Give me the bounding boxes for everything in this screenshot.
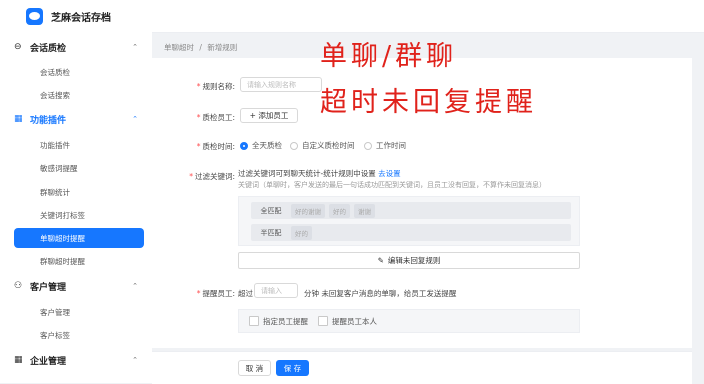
- breadcrumb-current: 新增规则: [207, 43, 238, 52]
- chevron-up-icon: ⌃: [132, 43, 138, 51]
- rule-name-label: * 规则名称:: [196, 82, 235, 91]
- keywords-note: 关键词（单聊时，客户发送的最后一句话成功匹配到关键词，且员工没有回复，不算作未回…: [238, 181, 546, 189]
- sidebar-item-group-stats[interactable]: 群聊统计: [40, 187, 70, 198]
- quality-icon: ⊖: [14, 42, 22, 52]
- sidebar-item-quality[interactable]: 会话质检: [40, 67, 70, 78]
- edit-icon: ✎: [377, 256, 384, 265]
- keyword-tag: 好的谢谢: [291, 203, 325, 218]
- chevron-up-icon: ⌃: [132, 115, 138, 123]
- grid-icon: ▦: [14, 114, 23, 124]
- sidebar-group-enterprise[interactable]: ▦ 企业管理 ⌃: [14, 353, 138, 367]
- go-settings-link[interactable]: 去设置: [378, 169, 401, 178]
- check-self[interactable]: 提醒员工本人: [318, 316, 377, 327]
- add-staff-button[interactable]: + 添加员工: [240, 108, 298, 123]
- sidebar-item-customer-tags[interactable]: 客户标签: [40, 330, 70, 341]
- keywords-desc: 过滤关键词可到聊天统计-统计规则中设置 去设置: [238, 169, 401, 178]
- remind-options: 指定员工提醒 提醒员工本人: [238, 309, 580, 333]
- sidebar-item-sensitive[interactable]: 敏感词提醒: [40, 163, 78, 174]
- grid-icon: ▦: [14, 355, 23, 365]
- overlay-title-line2: 超时未回复提醒: [320, 87, 537, 118]
- breadcrumb: 单聊超时 / 新增规则: [164, 42, 237, 53]
- remind-minutes-input[interactable]: 请输入: [254, 283, 298, 298]
- chevron-up-icon: ⌃: [132, 356, 138, 364]
- user-icon: ⚇: [14, 281, 23, 291]
- sidebar-group-label: 企业管理: [30, 356, 67, 367]
- radio-work-time[interactable]: 工作时间: [364, 140, 406, 151]
- radio-icon: [364, 141, 372, 150]
- overlay-title-line1: 单聊/群聊: [320, 41, 458, 72]
- breadcrumb-separator: /: [199, 43, 202, 52]
- half-match-label: 半匹配: [260, 228, 282, 237]
- checkbox-icon: [249, 316, 259, 326]
- form-footer: [152, 351, 692, 384]
- sidebar-group-plugins[interactable]: ▦ 功能插件 ⌃: [14, 112, 138, 126]
- radio-custom-time[interactable]: 自定义质检时间: [290, 140, 355, 151]
- full-match-label: 全匹配: [260, 206, 282, 215]
- sidebar-item-keyword-tag[interactable]: 关键词打标签: [40, 210, 85, 221]
- breadcrumb-parent[interactable]: 单聊超时: [164, 43, 194, 52]
- remind-suffix: 分钟 未回复客户消息的单聊，给员工发送提醒: [304, 289, 457, 298]
- radio-all-day[interactable]: 全天质检: [240, 140, 282, 151]
- edit-rules-label: 编辑未回复规则: [387, 256, 441, 265]
- sidebar: ⊖ 会话质检 ⌃ 会话质检 会话搜索 ▦ 功能插件 ⌃ 功能插件 敏感词提醒 群…: [0, 32, 152, 383]
- sidebar-group-label: 功能插件: [30, 115, 67, 126]
- app-title: 芝麻会话存档: [51, 12, 111, 24]
- edit-rules-button[interactable]: ✎ 编辑未回复规则: [238, 252, 580, 269]
- sidebar-item-single-timeout[interactable]: 单聊超时提醒: [14, 228, 144, 248]
- sidebar-group-quality[interactable]: ⊖ 会话质检 ⌃: [14, 40, 138, 54]
- sidebar-item-group-timeout[interactable]: 群聊超时提醒: [40, 256, 85, 267]
- chevron-up-icon: ⌃: [132, 282, 138, 290]
- remind-prefix: 超过: [238, 289, 253, 298]
- sidebar-item-customers[interactable]: 客户管理: [40, 307, 70, 318]
- checkbox-icon: [318, 316, 328, 326]
- sidebar-group-customers[interactable]: ⚇ 客户管理 ⌃: [14, 279, 138, 293]
- half-match-row: 半匹配 好的: [251, 224, 571, 241]
- sidebar-item-search[interactable]: 会话搜索: [40, 90, 70, 101]
- full-match-row: 全匹配 好的谢谢 好的 谢谢: [251, 202, 571, 219]
- keywords-box: 全匹配 好的谢谢 好的 谢谢 半匹配 好的: [238, 196, 580, 246]
- sidebar-item-plugins[interactable]: 功能插件: [40, 140, 70, 151]
- rule-name-input[interactable]: 请输入规则名称: [240, 77, 322, 92]
- sidebar-group-label: 会话质检: [30, 43, 67, 54]
- check-specific-staff[interactable]: 指定员工提醒: [249, 316, 308, 327]
- time-label: * 质检时间:: [196, 142, 235, 151]
- keyword-tag: 好的: [291, 225, 312, 240]
- radio-checked-icon: [240, 141, 248, 150]
- app-logo: [26, 7, 43, 25]
- keyword-tag: 谢谢: [354, 203, 375, 218]
- top-bar: 芝麻会话存档: [0, 0, 704, 33]
- sidebar-group-label: 客户管理: [30, 282, 67, 293]
- remind-label: * 提醒员工:: [196, 289, 235, 298]
- cancel-button[interactable]: 取 消: [238, 360, 271, 376]
- staff-label: * 质检员工:: [196, 113, 235, 122]
- keywords-label: * 过滤关键词:: [189, 172, 235, 181]
- keyword-tag: 好的: [329, 203, 350, 218]
- save-button[interactable]: 保 存: [276, 360, 309, 376]
- radio-icon: [290, 141, 298, 150]
